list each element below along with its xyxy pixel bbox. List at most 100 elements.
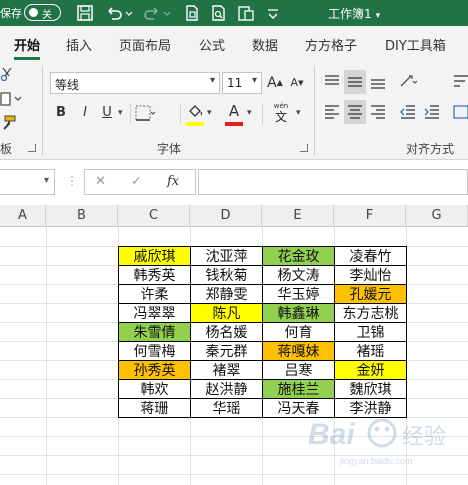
table-cell[interactable]: 吕寒: [262, 360, 335, 380]
tab-home[interactable]: 开始: [14, 35, 40, 54]
table-cell[interactable]: 褚瑶: [334, 341, 407, 361]
table-cell[interactable]: 许柔: [118, 284, 191, 304]
table-cell[interactable]: 何雪梅: [118, 341, 191, 361]
align-left-icon[interactable]: [322, 102, 342, 122]
workbook-name: 工作簿1: [328, 7, 372, 21]
column-header-A[interactable]: A: [0, 205, 46, 227]
table-cell[interactable]: 韩鑫琳: [262, 303, 335, 323]
column-header-E[interactable]: E: [262, 205, 334, 227]
border-icon[interactable]: [134, 104, 156, 124]
redo-dropdown-icon[interactable]: [162, 3, 172, 23]
phonetic-dropdown-icon[interactable]: ▾: [296, 108, 301, 118]
tab-diy-toolbox[interactable]: DIY工具箱: [385, 35, 446, 54]
table-cell[interactable]: 赵洪静: [190, 379, 263, 399]
clipboard-launcher-icon[interactable]: [28, 144, 36, 152]
align-right-icon[interactable]: [368, 102, 388, 122]
font-color-button[interactable]: A: [223, 100, 245, 122]
font-size-box[interactable]: 11 ▾: [222, 72, 262, 94]
tab-insert[interactable]: 插入: [66, 35, 92, 54]
autosave-toggle[interactable]: 关: [24, 4, 61, 21]
orientation-icon[interactable]: [398, 72, 420, 92]
table-cell[interactable]: 郑静雯: [190, 284, 263, 304]
copy-icon[interactable]: [0, 91, 22, 107]
table-cell[interactable]: 魏欣琪: [334, 379, 407, 399]
column-header-G[interactable]: G: [406, 205, 468, 227]
table-cell[interactable]: 凌春竹: [334, 246, 407, 266]
table-cell[interactable]: 秦元群: [190, 341, 263, 361]
align-middle-button[interactable]: [344, 70, 366, 94]
table-cell[interactable]: 卫锦: [334, 322, 407, 342]
font-color-dropdown-icon[interactable]: ▾: [247, 108, 252, 118]
undo-dropdown-icon[interactable]: [124, 3, 134, 23]
table-cell[interactable]: 花金玫: [262, 246, 335, 266]
merge-center-icon[interactable]: [452, 102, 468, 122]
decrease-indent-icon[interactable]: [398, 102, 418, 122]
enter-icon[interactable]: ✓: [131, 174, 142, 189]
save-icon[interactable]: [75, 3, 95, 23]
increase-indent-icon[interactable]: [422, 102, 442, 122]
title-caret[interactable]: ▾: [376, 11, 381, 21]
table-cell[interactable]: 孔媛元: [334, 284, 407, 304]
bold-button[interactable]: B: [50, 102, 72, 124]
tab-fangfang-gezi[interactable]: 方方格子: [305, 35, 357, 54]
table-cell[interactable]: 褚翠: [190, 360, 263, 380]
table-cell[interactable]: 东方志桃: [334, 303, 407, 323]
table-cell[interactable]: 韩欢: [118, 379, 191, 399]
align-top-icon[interactable]: [322, 72, 342, 92]
tab-formulas[interactable]: 公式: [199, 35, 225, 54]
table-cell[interactable]: 蒋珊: [118, 398, 191, 418]
insert-function-icon[interactable]: fx: [167, 174, 179, 189]
align-bottom-icon[interactable]: [368, 72, 388, 92]
table-cell[interactable]: 钱秋菊: [190, 265, 263, 285]
underline-dropdown-icon[interactable]: ▾: [118, 108, 123, 118]
name-box[interactable]: ▾: [0, 169, 55, 195]
formula-buttons: ✕ ✓ fx: [84, 169, 196, 195]
table-cell[interactable]: 杨文涛: [262, 265, 335, 285]
increase-font-button[interactable]: A▲: [264, 72, 286, 94]
column-header-C[interactable]: C: [118, 205, 190, 227]
table-cell[interactable]: 杨名媛: [190, 322, 263, 342]
table-cell[interactable]: 何育: [262, 322, 335, 342]
fill-color-dropdown-icon[interactable]: ▾: [207, 108, 212, 118]
phonetic-button[interactable]: wén 文: [270, 102, 292, 126]
tab-data[interactable]: 数据: [252, 35, 278, 54]
table-cell[interactable]: 戚欣琪: [118, 246, 191, 266]
cancel-icon[interactable]: ✕: [95, 174, 106, 189]
new-file-icon[interactable]: [182, 3, 202, 23]
table-cell[interactable]: 陈凡: [190, 303, 263, 323]
column-header-D[interactable]: D: [190, 205, 262, 227]
undo-icon[interactable]: [104, 3, 124, 23]
table-cell[interactable]: 朱雪倩: [118, 322, 191, 342]
paste-special-icon[interactable]: [236, 3, 256, 23]
formula-bar-grip-icon[interactable]: ⋮: [66, 174, 78, 188]
align-center-button[interactable]: [344, 100, 366, 124]
format-painter-icon[interactable]: [0, 115, 16, 131]
redo-icon[interactable]: [142, 3, 162, 23]
cut-icon[interactable]: [0, 66, 14, 82]
table-cell[interactable]: 孙秀英: [118, 360, 191, 380]
italic-button[interactable]: I: [74, 102, 96, 124]
quick-access-more-icon[interactable]: [263, 3, 283, 23]
table-cell[interactable]: 李灿怡: [334, 265, 407, 285]
decrease-font-button[interactable]: A▼: [286, 72, 308, 94]
table-cell[interactable]: 金妍: [334, 360, 407, 380]
underline-button[interactable]: U: [96, 102, 118, 124]
font-name-box[interactable]: 等线 ▾: [50, 72, 220, 94]
wrap-text-icon[interactable]: [452, 72, 468, 92]
table-cell[interactable]: 沈亚萍: [190, 246, 263, 266]
table-cell[interactable]: 施桂兰: [262, 379, 335, 399]
column-header-B[interactable]: B: [46, 205, 118, 227]
table-cell[interactable]: 冯翠翠: [118, 303, 191, 323]
autosave-toggle-label: 关: [42, 10, 52, 21]
tab-page-layout[interactable]: 页面布局: [119, 35, 171, 54]
divider: [180, 104, 181, 124]
table-cell[interactable]: 蒋嘎妹: [262, 341, 335, 361]
table-cell[interactable]: 华瑶: [190, 398, 263, 418]
formula-input[interactable]: [198, 169, 468, 195]
print-preview-icon[interactable]: [209, 3, 229, 23]
column-header-F[interactable]: F: [334, 205, 406, 227]
table-cell[interactable]: 韩秀英: [118, 265, 191, 285]
font-launcher-icon[interactable]: [300, 144, 308, 152]
fill-color-icon[interactable]: [186, 102, 204, 124]
table-cell[interactable]: 华玉婷: [262, 284, 335, 304]
